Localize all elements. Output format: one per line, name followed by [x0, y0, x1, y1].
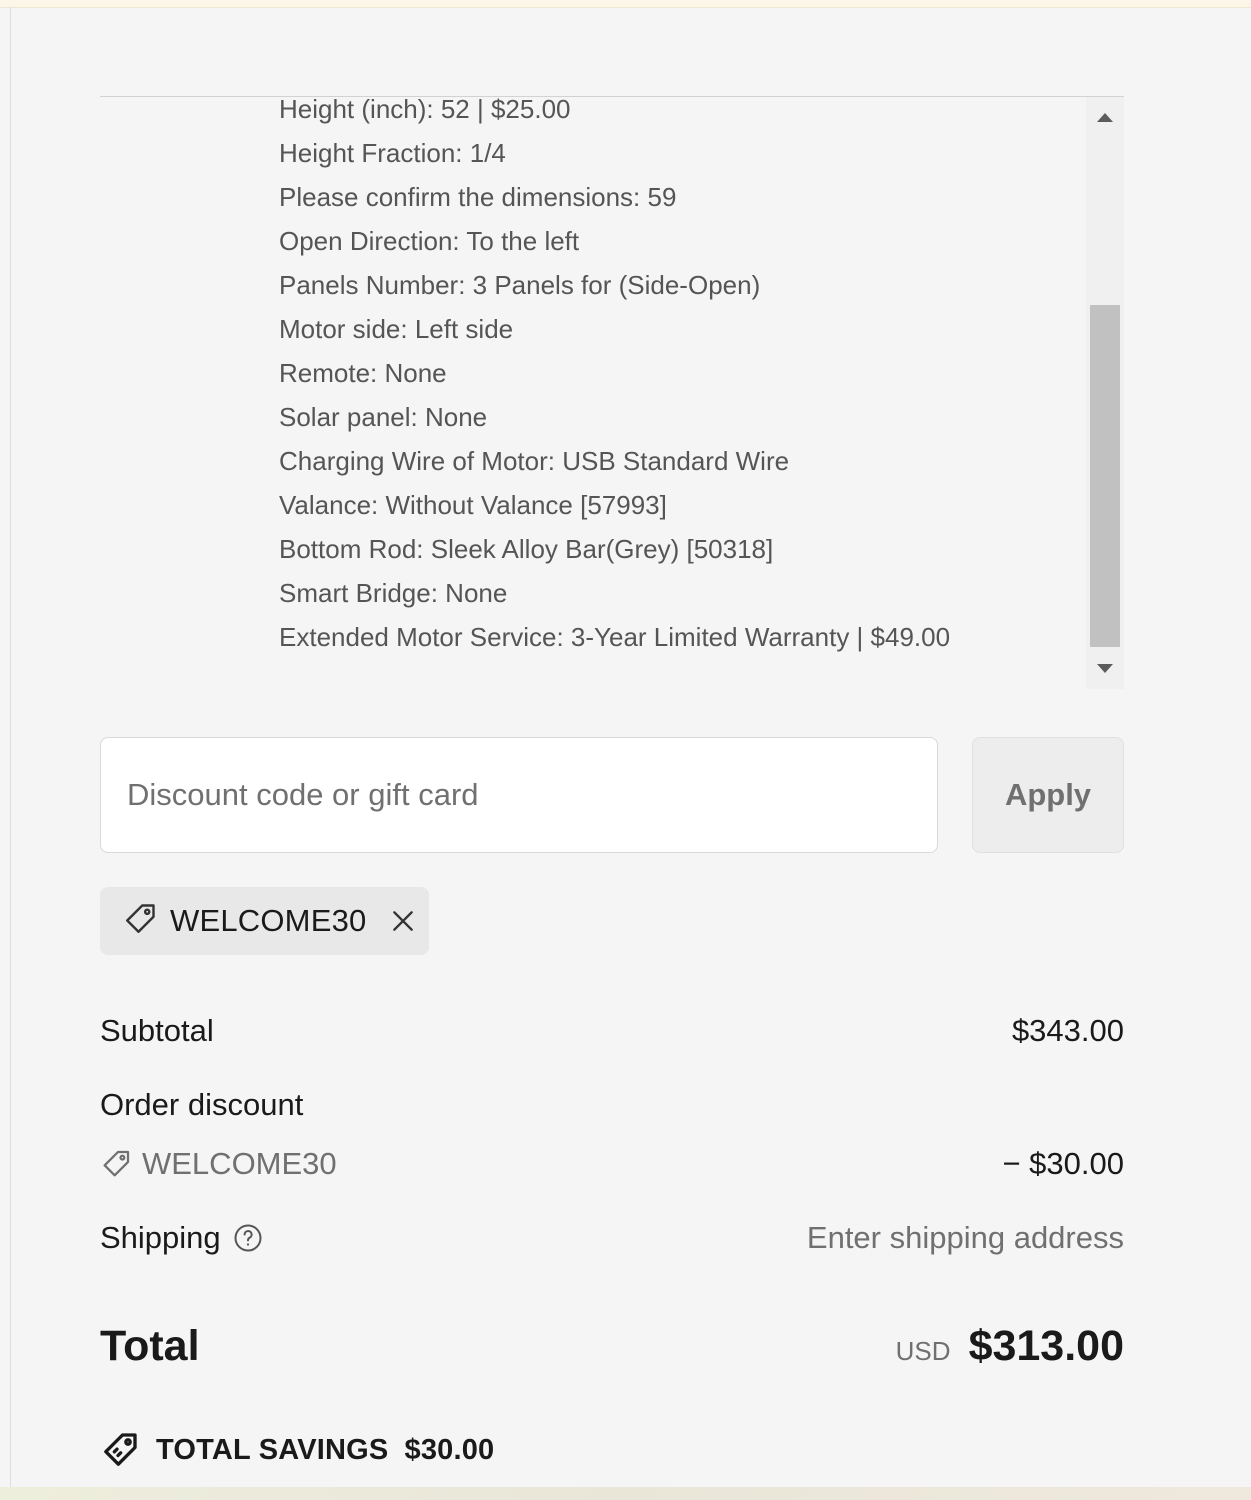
order-discount-label: Order discount — [100, 1087, 304, 1122]
detail-height: Height (inch): 52 | $25.00 — [279, 96, 571, 124]
left-border — [10, 7, 11, 1487]
order-discount-row: Order discount — [100, 1084, 1124, 1126]
shipping-row: Shipping Enter shipping address — [100, 1217, 1124, 1259]
discount-code-input[interactable] — [100, 737, 938, 853]
detail-motor-side: Motor side: Left side — [279, 314, 514, 344]
order-discount-code: WELCOME30 — [100, 1146, 337, 1182]
detail-height-fraction: Height Fraction: 1/4 — [279, 138, 506, 168]
order-discount-code-row: WELCOME30 − $30.00 — [100, 1143, 1124, 1185]
subtotal-row: Subtotal $343.00 — [100, 1010, 1124, 1052]
shipping-label: Shipping — [100, 1220, 221, 1255]
detail-solar-panel: Solar panel: None — [279, 402, 488, 432]
line-item-details-panel[interactable]: Height (inch): 52 | $25.00 Height Fracti… — [100, 96, 1124, 689]
savings-label: TOTAL SAVINGS — [156, 1433, 389, 1466]
detail-open-direction: Open Direction: To the left — [279, 226, 580, 256]
scroll-down-arrow-icon[interactable] — [1097, 664, 1113, 673]
total-row: Total USD $313.00 — [100, 1318, 1124, 1374]
total-savings: TOTAL SAVINGS $30.00 — [100, 1428, 494, 1472]
savings-amount: $30.00 — [404, 1433, 495, 1466]
tag-icon — [122, 901, 158, 942]
detail-valance: Valance: Without Valance [57993] — [279, 490, 667, 520]
shipping-value: Enter shipping address — [806, 1220, 1124, 1255]
detail-charging-wire: Charging Wire of Motor: USB Standard Wir… — [279, 446, 790, 476]
line-item-details-list: Height (inch): 52 | $25.00 Height Fracti… — [279, 96, 979, 665]
total-label: Total — [100, 1321, 200, 1370]
detail-confirm-dimensions: Please confirm the dimensions: 59 — [279, 182, 677, 212]
bottom-strip — [0, 1487, 1251, 1500]
top-strip — [0, 0, 1251, 8]
details-scrollbar[interactable] — [1086, 97, 1124, 689]
scroll-up-arrow-icon[interactable] — [1097, 113, 1113, 122]
close-icon[interactable] — [388, 906, 418, 936]
detail-bottom-rod: Bottom Rod: Sleek Alloy Bar(Grey) [50318… — [279, 534, 774, 564]
apply-discount-button[interactable]: Apply — [972, 737, 1124, 853]
applied-code-label: WELCOME30 — [170, 903, 367, 938]
question-circle-icon[interactable] — [233, 1223, 263, 1253]
shipping-label-group: Shipping — [100, 1220, 263, 1256]
order-discount-value: − $30.00 — [1002, 1146, 1124, 1181]
currency-code: USD — [895, 1335, 951, 1366]
detail-remote: Remote: None — [279, 358, 447, 388]
detail-panels-number: Panels Number: 3 Panels for (Side-Open) — [279, 270, 761, 300]
applied-discount-chip: WELCOME30 — [100, 887, 429, 955]
detail-smart-bridge: Smart Bridge: None — [279, 578, 508, 608]
scrollbar-thumb[interactable] — [1090, 305, 1120, 647]
total-amount: $313.00 — [968, 1321, 1124, 1370]
total-amount-group: USD $313.00 — [896, 1322, 1124, 1371]
tag-icon — [100, 1148, 132, 1180]
detail-extended-motor-service: Extended Motor Service: 3-Year Limited W… — [279, 622, 951, 652]
order-discount-code-label: WELCOME30 — [142, 1146, 337, 1181]
subtotal-value: $343.00 — [1011, 1013, 1124, 1048]
savings-tag-icon — [100, 1430, 140, 1470]
subtotal-label: Subtotal — [100, 1013, 214, 1048]
